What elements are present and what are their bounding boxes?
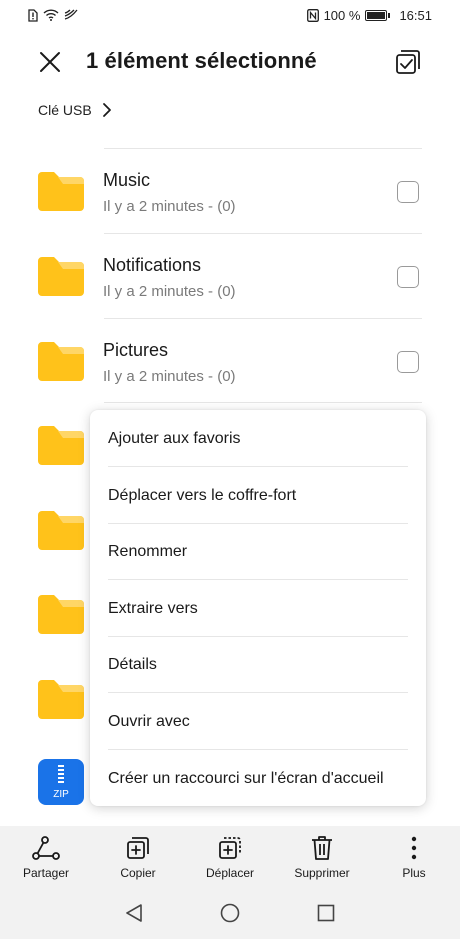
zip-label: ZIP	[53, 789, 69, 800]
status-right: 100 % 16:51	[306, 7, 432, 23]
menu-item-add-favorites[interactable]: Ajouter aux favoris	[90, 410, 426, 467]
row-divider	[104, 148, 422, 149]
system-nav-bar	[0, 886, 460, 939]
file-row-notifications[interactable]: Notifications Il y a 2 minutes - (0)	[0, 233, 460, 317]
row-divider	[104, 318, 422, 319]
zip-file-icon[interactable]: ZIP	[38, 759, 84, 805]
folder-icon	[38, 342, 84, 381]
wifi-icon	[43, 9, 59, 21]
close-icon	[40, 52, 60, 72]
breadcrumb-usb-label: Clé USB	[38, 102, 92, 118]
status-left	[28, 8, 78, 22]
signal-waves-icon	[64, 9, 78, 21]
file-row-music[interactable]: Music Il y a 2 minutes - (0)	[0, 148, 460, 232]
recents-icon[interactable]	[316, 903, 336, 923]
menu-item-label: Renommer	[108, 542, 188, 560]
menu-item-move-to-vault[interactable]: Déplacer vers le coffre-fort	[90, 467, 426, 524]
move-icon	[217, 834, 243, 862]
file-name: Pictures	[103, 340, 169, 360]
folder-icon	[38, 595, 84, 634]
menu-item-label: Extraire vers	[108, 599, 198, 617]
home-icon[interactable]	[220, 903, 240, 923]
delete-button[interactable]: Supprimer	[276, 826, 368, 886]
row-divider	[104, 233, 422, 234]
more-button[interactable]: Plus	[368, 826, 460, 886]
share-icon	[32, 834, 60, 862]
file-checkbox[interactable]	[397, 351, 419, 373]
menu-item-extract-to[interactable]: Extraire vers	[90, 580, 426, 637]
back-icon[interactable]	[124, 903, 144, 923]
copy-label: Copier	[120, 866, 156, 880]
share-label: Partager	[22, 866, 70, 880]
menu-item-details[interactable]: Détails	[90, 636, 426, 693]
clock: 16:51	[399, 7, 432, 23]
share-button[interactable]: Partager	[0, 826, 92, 886]
file-checkbox[interactable]	[397, 266, 419, 288]
selection-header: 1 élément sélectionné	[0, 38, 460, 86]
trash-icon	[310, 834, 334, 862]
row-divider	[104, 402, 422, 403]
alert-sim-icon	[28, 8, 38, 22]
menu-item-rename[interactable]: Renommer	[90, 523, 426, 580]
select-all-icon	[396, 50, 420, 74]
breadcrumb[interactable]: Clé USB	[38, 102, 112, 118]
file-manager-screen: 100 % 16:51 1 élément sélectionné Clé US…	[0, 0, 460, 939]
delete-label: Supprimer	[294, 866, 350, 880]
file-checkbox[interactable]	[397, 181, 419, 203]
file-name: Notifications	[103, 255, 202, 275]
file-row-pictures[interactable]: Pictures Il y a 2 minutes - (0)	[0, 318, 460, 402]
file-meta: Il y a 2 minutes - (0)	[103, 198, 236, 215]
menu-item-create-shortcut[interactable]: Créer un raccourci sur l'écran d'accueil	[90, 750, 426, 807]
zip-zipper-icon	[58, 765, 64, 783]
folder-icon	[38, 426, 84, 465]
menu-item-label: Déplacer vers le coffre-fort	[108, 486, 297, 504]
folder-icon	[38, 257, 84, 296]
file-meta: Il y a 2 minutes - (0)	[103, 283, 236, 300]
file-name: Music	[103, 170, 151, 190]
move-button[interactable]: Déplacer	[184, 826, 276, 886]
more-label: Plus	[402, 866, 426, 880]
move-label: Déplacer	[205, 866, 255, 880]
context-menu: Ajouter aux favoris Déplacer vers le cof…	[90, 410, 426, 806]
folder-icon	[38, 511, 84, 550]
menu-item-label: Détails	[108, 655, 157, 673]
nfc-icon	[306, 8, 319, 22]
close-button[interactable]	[36, 48, 64, 76]
copy-icon	[125, 834, 151, 862]
menu-item-label: Ouvrir avec	[108, 712, 190, 730]
select-all-button[interactable]	[394, 48, 422, 76]
folder-icon	[38, 680, 84, 719]
file-meta: Il y a 2 minutes - (0)	[103, 368, 236, 385]
battery-percentage: 100 %	[323, 7, 361, 23]
menu-item-label: Créer un raccourci sur l'écran d'accueil	[108, 769, 384, 787]
menu-item-label: Ajouter aux favoris	[108, 429, 241, 447]
menu-item-open-with[interactable]: Ouvrir avec	[90, 693, 426, 750]
folder-icon	[38, 172, 84, 211]
more-icon	[411, 834, 417, 862]
bottom-toolbar: Partager Copier Déplacer Supprimer Plus	[0, 826, 460, 886]
copy-button[interactable]: Copier	[92, 826, 184, 886]
battery-icon	[365, 9, 391, 21]
chevron-right-icon	[102, 103, 111, 117]
status-bar: 100 % 16:51	[0, 0, 460, 30]
page-title: 1 élément sélectionné	[86, 48, 317, 73]
